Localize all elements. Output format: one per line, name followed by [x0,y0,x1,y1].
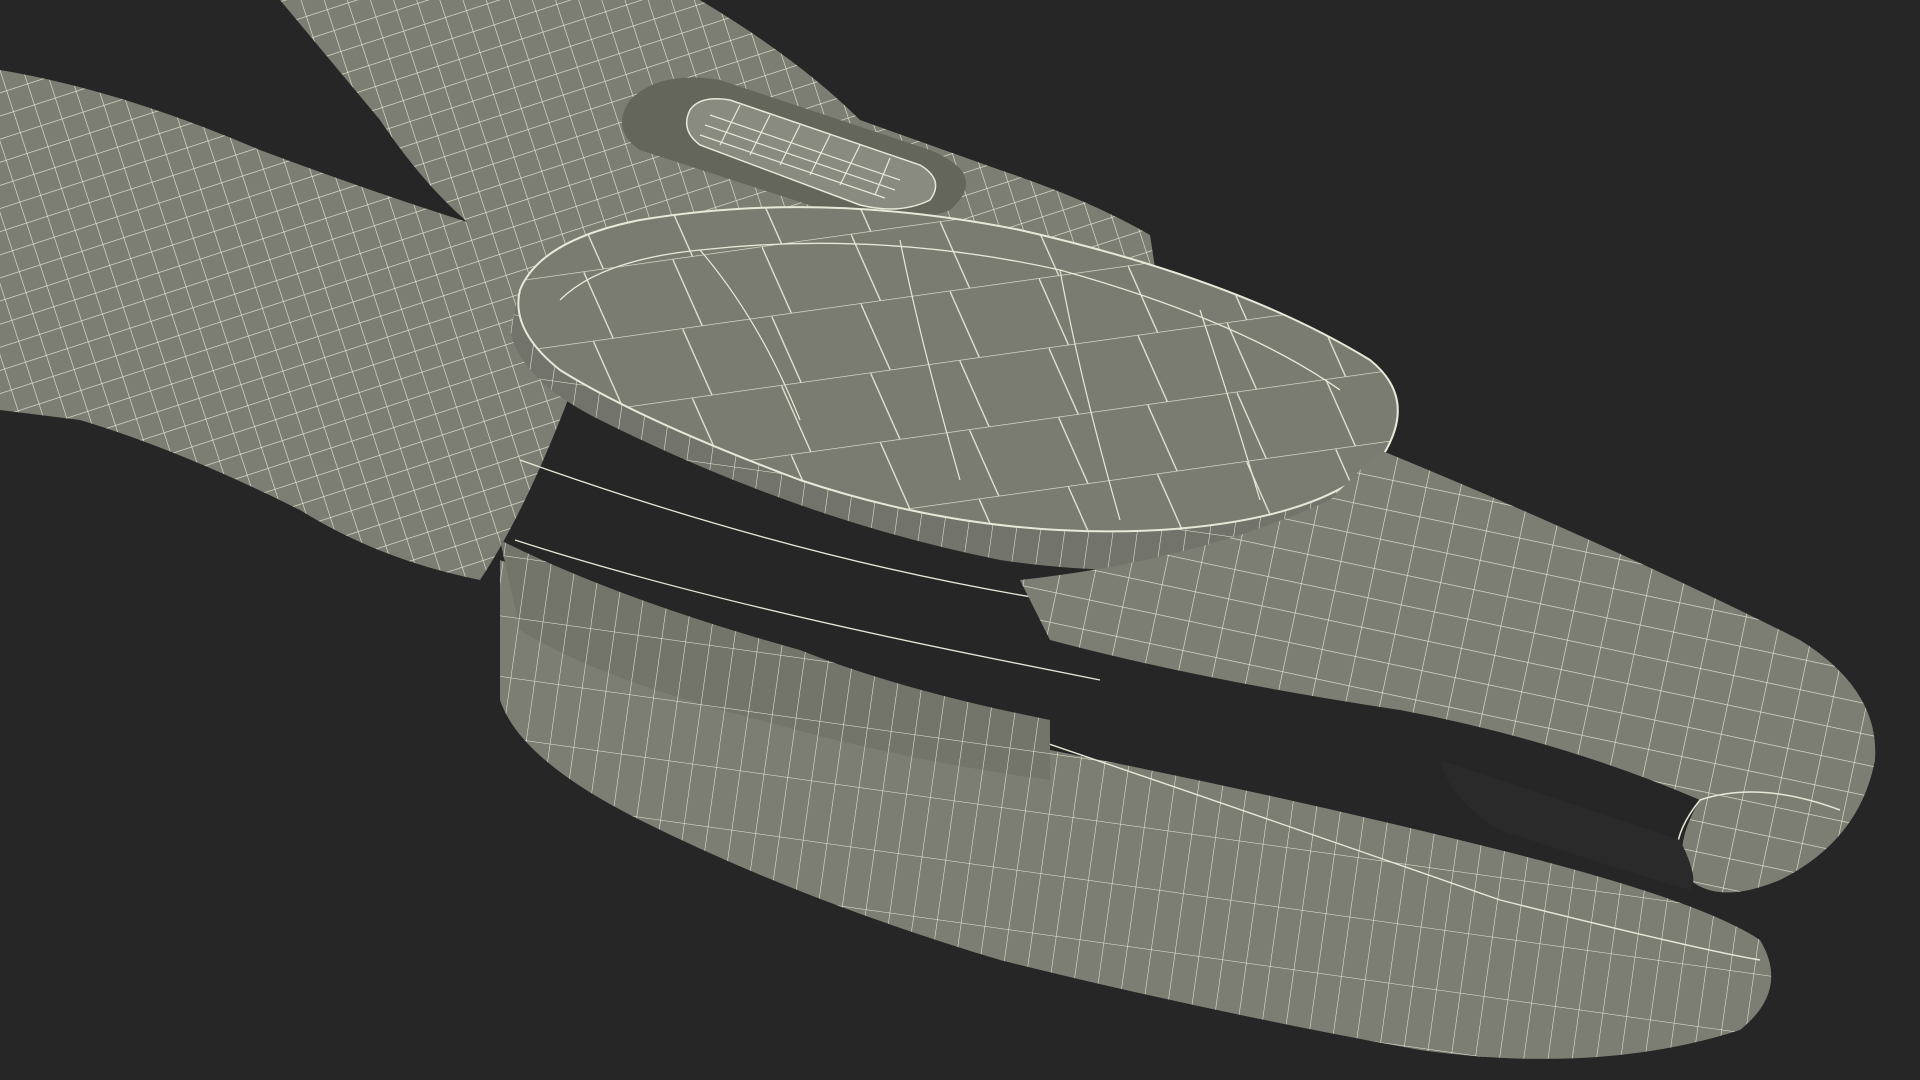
pliers-wireframe-icon [0,0,1876,1059]
render-viewport [0,0,1920,1080]
pivot-cap [517,206,1399,533]
